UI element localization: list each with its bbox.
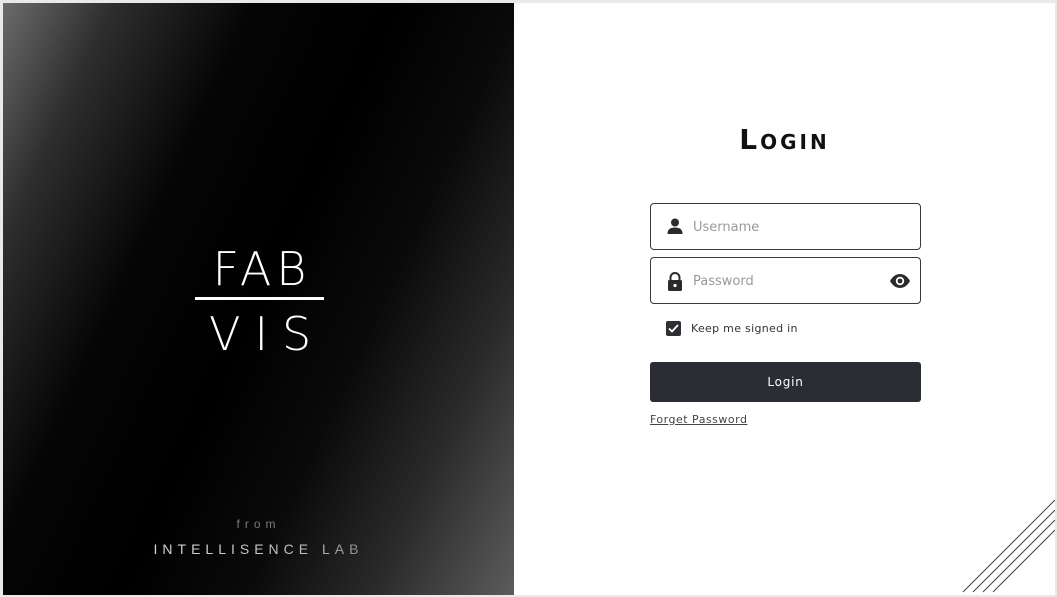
username-input[interactable] bbox=[693, 214, 883, 240]
app-window: FAB VIS from INTELLISENCE LAB Login User… bbox=[3, 3, 1055, 595]
brand-panel: FAB VIS from INTELLISENCE LAB bbox=[3, 3, 514, 595]
lock-icon bbox=[668, 272, 682, 291]
login-button[interactable]: Login bbox=[650, 362, 921, 402]
keep-signed-in-label[interactable]: Keep me signed in bbox=[691, 322, 798, 335]
checkmark-icon bbox=[668, 323, 679, 333]
keep-signed-in: Keep me signed in bbox=[666, 319, 798, 337]
company-name: INTELLISENCE LAB bbox=[3, 541, 514, 557]
user-icon bbox=[667, 218, 683, 234]
fabvis-logo: FAB VIS bbox=[195, 243, 325, 363]
password-field[interactable] bbox=[650, 257, 921, 304]
forget-password-link[interactable]: Forget Password bbox=[650, 413, 747, 426]
decorative-corner-lines bbox=[962, 500, 1055, 593]
username-field[interactable] bbox=[650, 203, 921, 250]
logo-bottom-text: VIS bbox=[209, 307, 326, 361]
from-text: from bbox=[236, 517, 281, 531]
logo-divider bbox=[195, 297, 324, 300]
eye-icon[interactable] bbox=[889, 271, 911, 291]
logo-top-text: FAB bbox=[212, 242, 312, 296]
login-panel: Login Username Keep me signed in Login F… bbox=[514, 3, 1055, 595]
password-input[interactable] bbox=[693, 268, 883, 294]
login-title: Login bbox=[739, 123, 830, 156]
keep-signed-in-checkbox[interactable] bbox=[666, 320, 681, 336]
